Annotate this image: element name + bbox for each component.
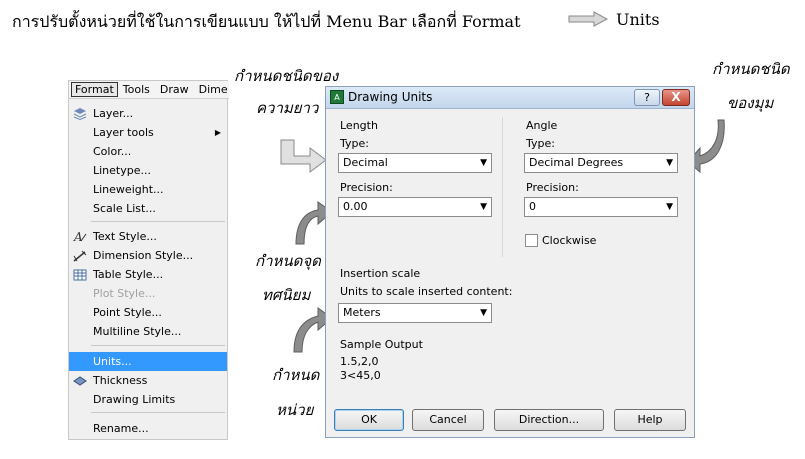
length-group-label: Length <box>340 119 378 132</box>
menu-separator <box>91 221 225 222</box>
menu-item-point-style[interactable]: Point Style... <box>69 303 227 322</box>
clockwise-checkbox[interactable] <box>525 234 538 247</box>
menu-item-units[interactable]: Units... <box>69 352 227 371</box>
submenu-arrow-icon: ▶ <box>214 128 221 137</box>
menu-item-table-style[interactable]: Table Style... <box>69 265 227 284</box>
menubar-draw[interactable]: Draw <box>155 83 194 96</box>
menu-item-drawing-limits[interactable]: Drawing Limits <box>69 390 227 409</box>
menu-item-layer-tools[interactable]: Layer tools ▶ <box>69 123 227 142</box>
note-angle-type-line1: กำหนดชนิด <box>712 60 790 78</box>
angle-group-label: Angle <box>526 119 558 132</box>
dimension-style-icon <box>73 250 87 262</box>
dropdown-arrow-icon: ▼ <box>666 202 673 212</box>
angle-precision-label: Precision: <box>526 181 579 194</box>
menu-item-linetype[interactable]: Linetype... <box>69 161 227 180</box>
menu-item-dimension-style[interactable]: Dimension Style... <box>69 246 227 265</box>
angle-type-label: Type: <box>526 137 555 150</box>
menu-item-rename[interactable]: Rename... <box>69 419 227 438</box>
menu-item-multiline-style[interactable]: Multiline Style... <box>69 322 227 341</box>
angle-type-select[interactable]: Decimal Degrees ▼ <box>524 153 678 173</box>
menu-bar: Format Tools Draw Dime <box>69 81 229 99</box>
insertion-scale-label: Insertion scale <box>340 267 421 280</box>
table-style-icon <box>73 269 87 281</box>
note-length-type-line1: กำหนดชนิดของ <box>234 67 339 85</box>
length-precision-select[interactable]: 0.00 ▼ <box>338 197 492 217</box>
instruction-heading: การปรับตั้งหน่วยที่ใช้ในการเขียนแบบ ให้ไ… <box>12 12 521 31</box>
menu-item-color[interactable]: Color... <box>69 142 227 161</box>
menu-separator <box>91 345 225 346</box>
menu-item-scale-list[interactable]: Scale List... <box>69 199 227 218</box>
group-divider <box>502 117 503 257</box>
length-type-select[interactable]: Decimal ▼ <box>338 153 492 173</box>
menu-item-layer[interactable]: Layer... <box>69 104 227 123</box>
cancel-button[interactable]: Cancel <box>412 409 484 431</box>
dialog-titlebar[interactable]: A Drawing Units ? X <box>326 87 694 109</box>
sample-output-label: Sample Output <box>340 338 423 351</box>
dropdown-arrow-icon: ▼ <box>480 202 487 212</box>
note-length-type-line2: ความยาว <box>256 99 319 117</box>
title-help-button[interactable]: ? <box>634 89 660 106</box>
dropdown-arrow-icon: ▼ <box>480 158 487 168</box>
length-precision-label: Precision: <box>340 181 393 194</box>
menu-item-lineweight[interactable]: Lineweight... <box>69 180 227 199</box>
insertion-units-select[interactable]: Meters ▼ <box>338 303 492 323</box>
menu-item-plot-style: Plot Style... <box>93 287 156 300</box>
sample-output-line2: 3<45,0 <box>340 369 381 382</box>
note-angle-type-line2: ของมุม <box>727 94 774 112</box>
menu-item-thickness[interactable]: Thickness <box>69 371 227 390</box>
note-units-line2: หน่วย <box>276 401 314 419</box>
menu-item-text-style[interactable]: A Text Style... <box>69 227 227 246</box>
menubar-dimension[interactable]: Dime <box>194 83 229 96</box>
length-type-label: Type: <box>340 137 369 150</box>
title-close-button[interactable]: X <box>662 89 690 106</box>
text-style-icon: A <box>73 230 87 243</box>
help-button[interactable]: Help <box>614 409 686 431</box>
clockwise-label: Clockwise <box>542 234 597 247</box>
insertion-units-label: Units to scale inserted content: <box>340 285 513 298</box>
arrow-to-length-type-icon <box>280 139 327 173</box>
menu-separator <box>91 412 225 413</box>
right-arrow-icon <box>568 11 608 27</box>
thickness-icon <box>73 376 87 386</box>
format-menu: Format Tools Draw Dime Layer... Layer to… <box>68 80 229 440</box>
dialog-title: Drawing Units <box>348 90 433 104</box>
instruction-target: Units <box>616 10 660 29</box>
dropdown-arrow-icon: ▼ <box>480 308 487 318</box>
dropdown-arrow-icon: ▼ <box>666 158 673 168</box>
ok-button[interactable]: OK <box>334 409 404 431</box>
note-units-line1: กำหนด <box>272 366 320 384</box>
menubar-tools[interactable]: Tools <box>118 83 155 96</box>
layers-icon <box>73 108 87 120</box>
autocad-app-icon: A <box>330 90 344 104</box>
sample-output-line1: 1.5,2,0 <box>340 355 379 368</box>
menubar-format[interactable]: Format <box>71 82 118 97</box>
direction-button[interactable]: Direction... <box>494 409 604 431</box>
note-precision-line1: กำหนดจุด <box>255 252 321 270</box>
drawing-units-dialog: A Drawing Units ? X Length Type: Decimal… <box>325 86 695 438</box>
angle-precision-select[interactable]: 0 ▼ <box>524 197 678 217</box>
